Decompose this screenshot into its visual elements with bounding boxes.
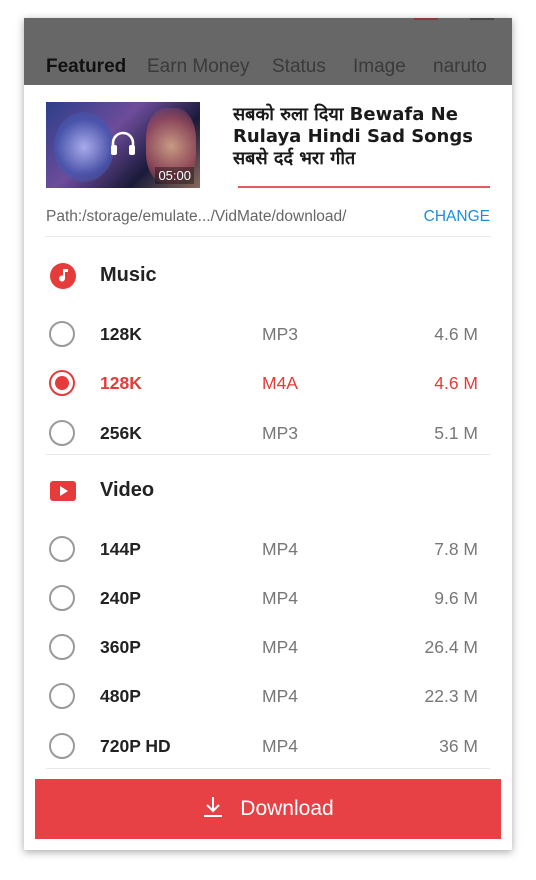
title-line: सबको रुला दिया Bewafa Ne (233, 104, 458, 125)
video-section-title: Video (100, 479, 155, 501)
music-note-icon (50, 263, 76, 289)
radio-button[interactable] (49, 420, 75, 446)
quality-label: 360P (100, 637, 141, 657)
size-label: 4.6 M (434, 324, 478, 344)
top-tab-bar: Featured Earn Money Status Image naruto (24, 18, 512, 85)
size-label: 9.6 M (434, 588, 478, 608)
size-label: 22.3 M (424, 686, 479, 706)
radio-button[interactable] (49, 634, 75, 660)
radio-button[interactable] (49, 683, 75, 709)
video-option-row[interactable]: 360P MP4 26.4 M (24, 628, 512, 668)
tab-naruto[interactable]: naruto (433, 56, 487, 78)
format-label: MP4 (262, 588, 298, 608)
status-indicator (470, 18, 494, 20)
download-icon (204, 797, 223, 817)
quality-label: 128K (100, 373, 142, 393)
download-path: Path:/storage/emulate.../VidMate/downloa… (46, 208, 347, 225)
divider (46, 454, 490, 455)
format-label: MP4 (262, 736, 298, 756)
radio-button[interactable] (49, 370, 75, 396)
format-label: MP4 (262, 686, 298, 706)
title-line: सबसे दर्द भरा गीत (233, 148, 356, 169)
video-thumbnail[interactable]: 05:00 (46, 102, 200, 188)
music-option-row[interactable]: 128K MP3 4.6 M (24, 315, 512, 355)
radio-button[interactable] (49, 585, 75, 611)
music-option-row[interactable]: 128K M4A 4.6 M (24, 364, 512, 404)
tab-image[interactable]: Image (353, 56, 406, 78)
video-title-field[interactable]: सबको रुला दिया Bewafa Ne Rulaya Hindi Sa… (233, 104, 495, 170)
title-line: Rulaya Hindi Sad Songs (233, 126, 473, 147)
change-path-button[interactable]: CHANGE (424, 208, 490, 226)
format-label: M4A (262, 373, 298, 393)
quality-label: 128K (100, 324, 142, 344)
download-dialog: Featured Earn Money Status Image naruto … (24, 18, 512, 850)
radio-button[interactable] (49, 733, 75, 759)
format-label: MP3 (262, 423, 298, 443)
music-option-row[interactable]: 256K MP3 5.1 M (24, 414, 512, 454)
headphones-icon (111, 131, 135, 155)
quality-label: 720P HD (100, 736, 171, 756)
music-section-title: Music (100, 264, 157, 286)
quality-label: 256K (100, 423, 142, 443)
size-label: 7.8 M (434, 539, 478, 559)
size-label: 36 M (439, 736, 478, 756)
format-label: MP4 (262, 539, 298, 559)
divider (46, 768, 490, 769)
quality-label: 240P (100, 588, 141, 608)
download-button[interactable]: Download (35, 779, 501, 839)
video-duration: 05:00 (155, 167, 194, 184)
video-option-row[interactable]: 720P HD MP4 36 M (24, 727, 512, 767)
status-indicator (414, 18, 438, 20)
radio-button[interactable] (49, 536, 75, 562)
video-option-row[interactable]: 240P MP4 9.6 M (24, 579, 512, 619)
quality-label: 480P (100, 686, 141, 706)
size-label: 4.6 M (434, 373, 478, 393)
title-underline (238, 186, 490, 188)
tab-status[interactable]: Status (272, 56, 326, 78)
size-label: 26.4 M (424, 637, 479, 657)
format-label: MP3 (262, 324, 298, 344)
format-label: MP4 (262, 637, 298, 657)
video-option-row[interactable]: 480P MP4 22.3 M (24, 677, 512, 717)
thumbnail-art (54, 112, 114, 182)
size-label: 5.1 M (434, 423, 478, 443)
play-icon (50, 481, 76, 501)
tab-featured[interactable]: Featured (46, 56, 126, 78)
radio-button[interactable] (49, 321, 75, 347)
download-button-label: Download (240, 797, 334, 820)
tab-earn-money[interactable]: Earn Money (147, 56, 249, 78)
quality-label: 144P (100, 539, 141, 559)
video-option-row[interactable]: 144P MP4 7.8 M (24, 530, 512, 570)
divider (46, 236, 490, 237)
